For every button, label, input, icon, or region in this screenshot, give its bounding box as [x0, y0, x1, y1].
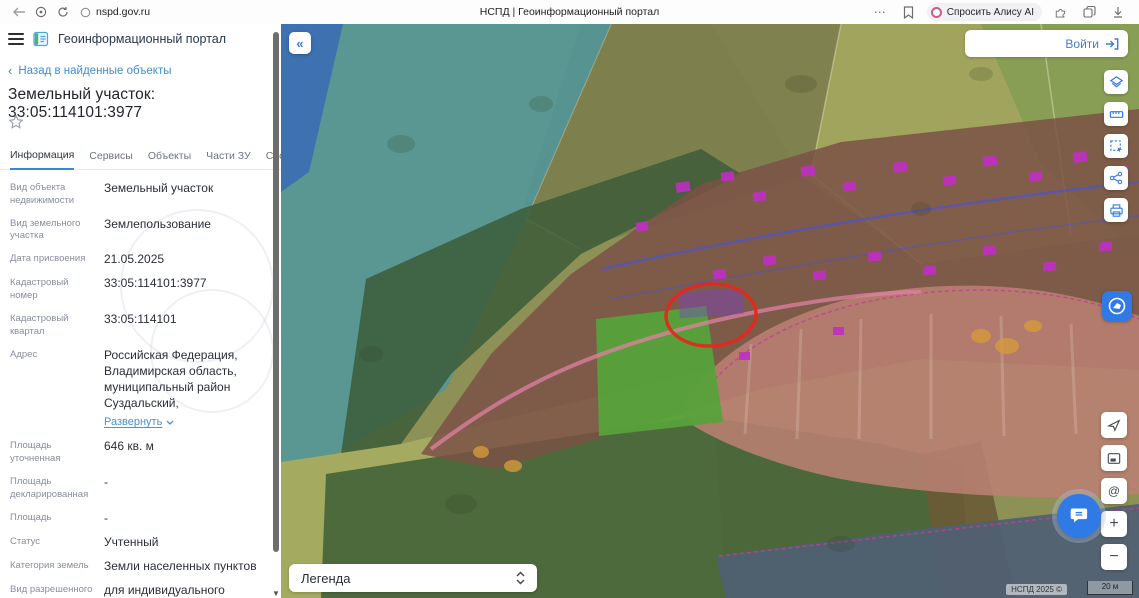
- extensions-icon[interactable]: [1049, 3, 1071, 21]
- tab-objects[interactable]: Объекты: [148, 150, 191, 169]
- panel-scrollbar[interactable]: ▼: [272, 26, 280, 598]
- scrollbar-down-arrow[interactable]: ▼: [272, 589, 280, 598]
- attribute-list: Вид объекта недвижимости Земельный участо…: [10, 180, 267, 598]
- field-row-address: Адрес Российская Федерация, Владимирская…: [10, 347, 238, 430]
- overview-map-button[interactable]: [1101, 445, 1127, 471]
- chat-assistant-button[interactable]: [1057, 494, 1101, 538]
- browser-refresh-icon[interactable]: [52, 3, 74, 21]
- browser-back-icon[interactable]: [8, 3, 30, 21]
- favorite-star-icon[interactable]: [8, 114, 24, 135]
- screen: nspd.gov.ru НСПД | Геоинформационный пор…: [0, 0, 1139, 598]
- object-info-panel: Геоинформационный портал ‹ Назад в найде…: [0, 24, 281, 598]
- scrollbar-thumb[interactable]: [273, 32, 279, 552]
- layers-icon: [1109, 75, 1123, 87]
- bookmark-icon[interactable]: [898, 3, 920, 21]
- login-icon: [1106, 37, 1119, 50]
- measure-button[interactable]: [1104, 102, 1128, 126]
- field-row: Площадь -: [10, 510, 108, 525]
- map-toolbar-bottom: @ + −: [1101, 412, 1127, 570]
- field-row: Статус Учтенный: [10, 534, 159, 549]
- field-row: Вид разрешенного использованиядля индиви…: [10, 583, 225, 598]
- navigate-icon: [1107, 419, 1121, 432]
- tab-parcel-parts[interactable]: Части ЗУ: [206, 150, 251, 169]
- chat-bubble-icon: [1070, 508, 1088, 523]
- my-location-button[interactable]: [1101, 412, 1127, 438]
- coordinates-search-button[interactable]: @: [1101, 478, 1127, 504]
- field-row: Площадь декларированная -: [10, 474, 108, 500]
- address-expand-link[interactable]: Развернуть: [104, 415, 174, 430]
- field-row: Категория земель Земли населенных пунктов: [10, 558, 257, 573]
- legend-toggle[interactable]: Легенда: [289, 564, 537, 592]
- portal-title: Геоинформационный портал: [58, 32, 227, 46]
- map-assistant-icon: [1108, 297, 1126, 315]
- portal-logo: [33, 31, 49, 47]
- address-value: Российская Федерация, Владимирская облас…: [104, 347, 238, 411]
- field-row: Дата присвоения 21.05.2025: [10, 252, 165, 267]
- more-options-icon[interactable]: ⋯: [869, 3, 891, 21]
- alice-label: Спросить Алису AI: [946, 6, 1034, 18]
- login-label: Войти: [1065, 36, 1099, 51]
- legend-label: Легенда: [301, 570, 351, 586]
- map-view[interactable]: « Войти @ + − Легенда НСПД 2025 © 20 м: [281, 24, 1139, 598]
- mini-map-icon: [1107, 452, 1121, 464]
- field-row: Вид объекта недвижимости Земельный участо…: [10, 181, 214, 206]
- zoom-out-button[interactable]: −: [1101, 544, 1127, 570]
- chevron-down-icon: [166, 420, 174, 426]
- layers-button[interactable]: [1104, 70, 1128, 94]
- site-badge-icon: [80, 7, 91, 17]
- select-area-icon: [1109, 139, 1122, 152]
- green-parcel: [596, 306, 723, 436]
- page-title: Земельный участок: 33:05:114101:3977: [8, 86, 156, 121]
- share-button[interactable]: [1104, 166, 1128, 190]
- selected-parcel: [678, 287, 744, 319]
- field-row: Вид земельного участка Землепользование: [10, 216, 211, 242]
- url-text: nspd.gov.ru: [96, 6, 151, 18]
- collapse-panel-button[interactable]: «: [289, 32, 311, 54]
- downloads-icon[interactable]: [1107, 3, 1129, 21]
- back-chevron-icon: ‹: [8, 63, 13, 78]
- panel-tabs: Информация Сервисы Объекты Части ЗУ Сост…: [0, 144, 281, 170]
- map-toolbar-top: [1104, 70, 1128, 222]
- scale-bar: 20 м: [1087, 581, 1133, 595]
- tab-services[interactable]: Сервисы: [89, 150, 133, 169]
- back-to-results-link[interactable]: ‹ Назад в найденные объекты: [8, 64, 172, 77]
- browser-toolbar: nspd.gov.ru НСПД | Геоинформационный пор…: [0, 0, 1139, 25]
- share-icon: [1109, 171, 1123, 185]
- alice-icon: [930, 6, 942, 18]
- field-row: Кадастровый номер 33:05:114101:3977: [10, 276, 207, 302]
- login-button[interactable]: Войти: [965, 30, 1128, 57]
- browser-protect-icon[interactable]: [30, 3, 52, 21]
- menu-icon[interactable]: [8, 33, 24, 45]
- back-link-label: Назад в найденные объекты: [18, 64, 172, 77]
- ruler-icon: [1109, 110, 1123, 118]
- select-area-button[interactable]: [1104, 134, 1128, 158]
- zoom-in-button[interactable]: +: [1101, 511, 1127, 537]
- tabs-panel-icon[interactable]: [1078, 3, 1100, 21]
- field-row: Кадастровый квартал 33:05:114101: [10, 312, 177, 337]
- address-bar[interactable]: nspd.gov.ru: [80, 6, 150, 18]
- map-attribution: НСПД 2025 ©: [1006, 584, 1067, 595]
- map-image[interactable]: [281, 24, 1139, 598]
- field-row: Площадь уточненная 646 кв. м: [10, 439, 154, 465]
- expand-collapse-icon: [516, 571, 525, 585]
- ask-alice-button[interactable]: Спросить Алису AI: [926, 3, 1042, 21]
- printer-icon: [1109, 203, 1123, 217]
- print-button[interactable]: [1104, 198, 1128, 222]
- active-tool-button[interactable]: [1102, 291, 1132, 321]
- tab-information[interactable]: Информация: [10, 149, 75, 170]
- at-icon: @: [1107, 484, 1121, 498]
